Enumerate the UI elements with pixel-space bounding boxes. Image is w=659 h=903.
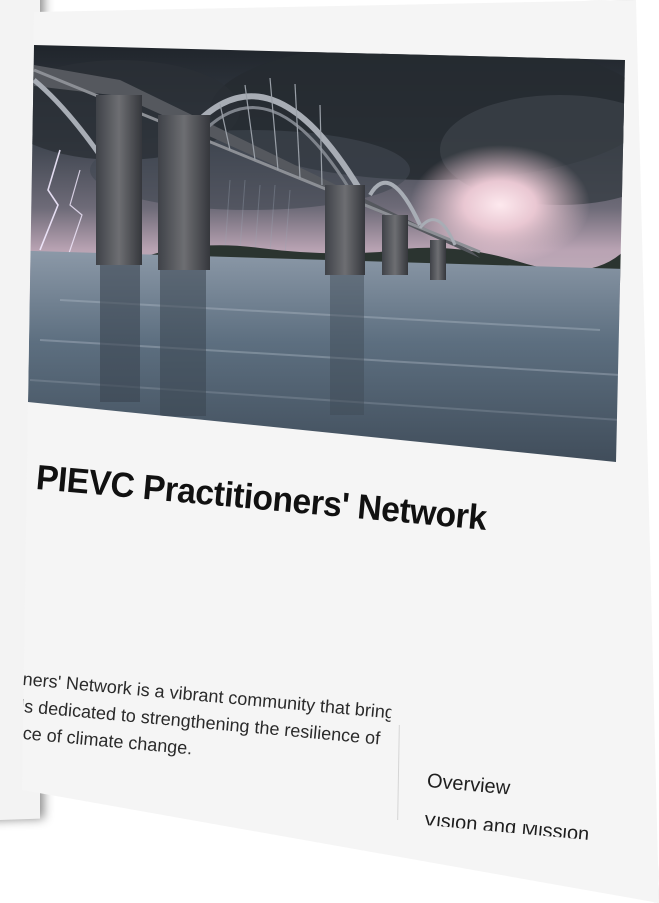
toc-item-vision-and-mission[interactable]: Vision and Mission <box>423 815 590 840</box>
article-card: PIEVC Practitioners' Network oners' Netw… <box>22 0 659 903</box>
screenshot-stage: PIEVC Practitioners' Network oners' Netw… <box>0 0 659 903</box>
table-of-contents: Overview Vision and Mission <box>421 770 594 862</box>
